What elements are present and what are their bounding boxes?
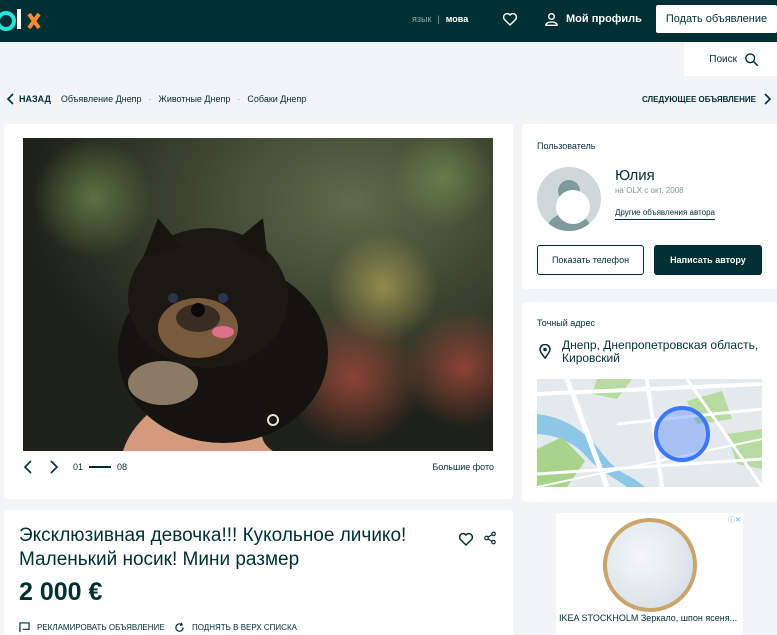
write-author-button[interactable]: Написать автору (654, 245, 762, 275)
other-ads-link[interactable]: Другие объявления автора (615, 208, 716, 220)
breadcrumb-item-animals[interactable]: Животные Днепр (159, 94, 231, 104)
photo-current-index: 01 (73, 462, 84, 472)
show-phone-button[interactable]: Показать телефон (537, 245, 644, 275)
post-ad-button[interactable]: Подать объявление (656, 5, 777, 33)
chevron-left-icon[interactable] (6, 93, 14, 105)
flag-icon (19, 622, 30, 633)
raise-ad-label: ПОДНЯТЬ В ВЕРХ СПИСКА (192, 623, 297, 632)
location-pin-icon (539, 343, 551, 364)
ad-price: 2 000 € (19, 578, 103, 606)
search-label: Поиск (709, 53, 737, 65)
next-photo-icon[interactable] (49, 460, 59, 474)
location-card: Точный адрес Днепр, Днепропетровская обл… (522, 302, 777, 502)
promote-ad-link[interactable]: РЕКЛАМИРОВАТЬ ОБЪЯВЛЕНИЕ (19, 622, 165, 633)
seller-card: Пользователь Юлия на OLX с окт. 2008 Дру… (522, 124, 777, 289)
lang-ua-link[interactable]: мова (446, 14, 468, 24)
olx-logo[interactable] (0, 4, 46, 38)
top-navigation-bar: язык | мова Мой профиль Подать объявлени… (0, 0, 777, 42)
next-ad-label: СЛЕДУЮЩЕЕ ОБЪЯВЛЕНИЕ (641, 94, 756, 104)
lang-ru-link[interactable]: язык (412, 14, 431, 24)
location-section-title: Точный адрес (537, 318, 596, 328)
refresh-icon (175, 622, 184, 632)
my-profile-label: Мой профиль (566, 13, 642, 25)
breadcrumb-separator: · (237, 94, 241, 104)
favorite-heart-icon[interactable] (458, 531, 474, 552)
mirror-product-image (603, 518, 697, 612)
lang-separator: | (437, 14, 440, 24)
avatar (537, 167, 601, 231)
back-link[interactable]: НАЗАД (19, 94, 51, 104)
breadcrumb-item-dogs[interactable]: Собаки Днепр (247, 94, 306, 104)
seller-since: на OLX с окт. 2008 (615, 186, 684, 195)
ad-info-card: Эксклюзивная девочка!!! Кукольное личико… (4, 510, 513, 635)
ad-banner-caption: IKEA STOCKHOLM Зеркало, шпон ясеня... (559, 613, 738, 623)
seller-section-title: Пользователь (537, 141, 596, 151)
photo-gallery: 01 08 Большие фото (4, 124, 513, 499)
promote-ad-label: РЕКЛАМИРОВАТЬ ОБЪЯВЛЕНИЕ (37, 623, 165, 632)
photo-total-count: 08 (117, 462, 128, 472)
favorites-heart-icon[interactable] (502, 11, 518, 32)
seller-name: Юлия (615, 167, 655, 184)
search-icon (745, 52, 759, 66)
raise-ad-link[interactable]: ПОДНЯТЬ В ВЕРХ СПИСКА (174, 622, 297, 633)
main-photo[interactable] (23, 138, 493, 451)
language-switcher: язык | мова (412, 14, 468, 24)
prev-photo-icon[interactable] (23, 460, 33, 474)
user-icon (545, 13, 558, 26)
breadcrumb-separator: · (148, 94, 152, 104)
location-map[interactable] (537, 379, 762, 487)
ad-title: Эксклюзивная девочка!!! Кукольное личико… (19, 525, 407, 570)
adchoices-icon[interactable]: ⓘ✕ (728, 515, 741, 525)
next-ad-link[interactable]: СЛЕДУЮЩЕЕ ОБЪЯВЛЕНИЕ (642, 93, 772, 105)
breadcrumb: НАЗАД Объявление Днепр · Животные Днепр … (6, 93, 306, 105)
share-icon[interactable] (483, 531, 497, 550)
my-profile-link[interactable]: Мой профиль (544, 11, 642, 27)
advertisement-banner[interactable]: ⓘ✕ IKEA STOCKHOLM Зеркало, шпон ясеня... (556, 513, 743, 635)
gallery-controls: 01 08 (23, 460, 127, 474)
location-address: Днепр, Днепропетровская область, Кировск… (562, 338, 759, 365)
photo-progress-line (89, 466, 112, 468)
big-photo-link[interactable]: Большие фото (432, 462, 494, 472)
search-button[interactable]: Поиск (684, 42, 777, 76)
breadcrumb-item-ads[interactable]: Объявление Днепр (61, 94, 142, 104)
chevron-right-icon (764, 93, 772, 105)
